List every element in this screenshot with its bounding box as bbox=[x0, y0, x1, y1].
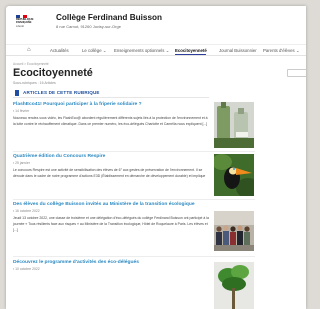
article-date: ▪ 16 octobre 2022 bbox=[13, 209, 40, 214]
page: RÉPUBLIQUE FRANÇAISE Liberté Collège Fer… bbox=[6, 6, 306, 309]
article-title-link[interactable]: Des élèves du collège Buisson invités au… bbox=[13, 202, 209, 208]
article-item: Des élèves du collège Buisson invités au… bbox=[13, 202, 209, 234]
toucan-photo-icon bbox=[214, 154, 254, 196]
article-thumbnail-group[interactable] bbox=[214, 211, 254, 251]
nav-item-ecocitoyennete[interactable]: Ecocitoyenneté bbox=[175, 48, 207, 53]
nav-item-le-college[interactable]: Le collège ⌄ bbox=[82, 48, 106, 54]
divider bbox=[13, 151, 255, 152]
site-header: RÉPUBLIQUE FRANÇAISE Liberté Collège Fer… bbox=[6, 6, 306, 39]
page-subtitle: Sous-rubriques : 16 Articles bbox=[13, 81, 56, 85]
logo-line: Liberté bbox=[16, 23, 24, 28]
page-title: Ecocitoyenneté bbox=[13, 67, 93, 79]
article-item: FlashEco41! Pourquoi participer à la fri… bbox=[13, 102, 209, 128]
section-header: ARTICLES DE CETTE RUBRIQUE bbox=[13, 90, 209, 98]
home-icon[interactable]: ⌂ bbox=[27, 47, 31, 53]
article-excerpt: Nouveau rendez-vous vidéo, les FlashEco@… bbox=[13, 115, 208, 126]
nav-item-enseignements[interactable]: Enseignements optionnels ⌄ bbox=[114, 48, 169, 54]
bottles-photo-icon bbox=[214, 102, 254, 148]
site-title[interactable]: Collège Ferdinand Buisson bbox=[56, 13, 162, 22]
article-thumbnail-bottles[interactable] bbox=[214, 102, 254, 148]
main-navigation: ⌂ Actualités Le collège ⌄ Enseignements … bbox=[6, 44, 306, 56]
article-title-link[interactable]: Quatrième édition du Concours Respire bbox=[13, 154, 209, 160]
article-item: Quatrième édition du Concours Respire ▪ … bbox=[13, 154, 209, 180]
article-date: ▪ 25 janvier bbox=[13, 161, 30, 166]
document-icon bbox=[15, 90, 19, 96]
article-title-link[interactable]: FlashEco41! Pourquoi participer à la fri… bbox=[13, 102, 209, 108]
section-title: ARTICLES DE CETTE RUBRIQUE bbox=[23, 90, 100, 95]
article-item: Découvrez le programme d'activités des é… bbox=[13, 260, 209, 271]
search-input[interactable] bbox=[287, 69, 306, 77]
nav-item-parents[interactable]: Parents d'élèves ⌄ bbox=[263, 48, 299, 54]
article-title-link[interactable]: Découvrez le programme d'activités des é… bbox=[13, 260, 209, 266]
republique-francaise-logo[interactable]: RÉPUBLIQUE FRANÇAISE Liberté bbox=[16, 15, 40, 34]
site-subtitle: 8 rue Carnot, 91260 Juvisy-sur-Orge bbox=[56, 24, 121, 29]
group-photo-icon bbox=[214, 211, 254, 251]
plants-photo-icon bbox=[214, 262, 254, 309]
breadcrumb[interactable]: Accueil > Ecocitoyenneté bbox=[13, 62, 49, 66]
nav-item-journal[interactable]: Journal Buissonnier bbox=[219, 48, 257, 53]
article-thumbnail-plants[interactable] bbox=[214, 262, 254, 309]
article-date: ▪ 10 octobre 2022 bbox=[13, 267, 40, 272]
divider bbox=[13, 199, 255, 200]
article-date: ▪ 14 février bbox=[13, 109, 30, 114]
article-excerpt: Jeudi 13 octobre 2022, une classe de tro… bbox=[13, 215, 209, 232]
article-excerpt: Le concours Respire est une activité de … bbox=[13, 167, 206, 178]
active-tab-indicator bbox=[175, 54, 206, 56]
nav-item-actualites[interactable]: Actualités bbox=[50, 48, 69, 53]
divider bbox=[13, 256, 255, 257]
article-thumbnail-toucan[interactable] bbox=[214, 154, 254, 196]
